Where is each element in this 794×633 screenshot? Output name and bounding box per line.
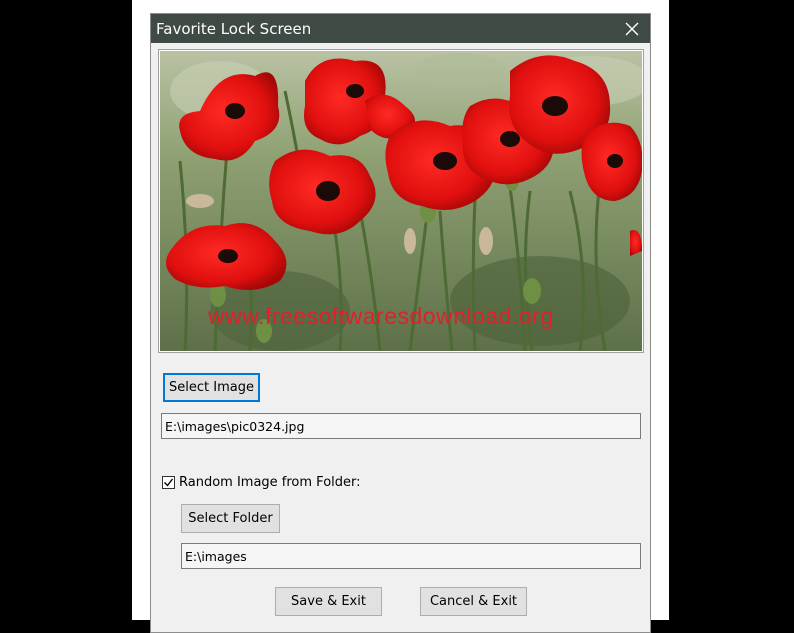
watermark-text: www.freesoftwaresdownload.org xyxy=(208,303,554,329)
checkmark-icon xyxy=(164,478,174,487)
cancel-exit-button[interactable]: Cancel & Exit xyxy=(420,587,527,616)
folder-path-field[interactable]: E:\images xyxy=(181,543,641,569)
close-button[interactable] xyxy=(614,14,650,43)
image-preview: www.freesoftwaresdownload.org xyxy=(160,51,642,351)
random-folder-label: Random Image from Folder: xyxy=(179,475,361,490)
title-bar[interactable]: Favorite Lock Screen xyxy=(151,14,650,43)
random-folder-option[interactable]: Random Image from Folder: xyxy=(162,475,361,490)
select-image-button[interactable]: Select Image xyxy=(163,373,260,402)
close-icon xyxy=(625,22,639,35)
random-folder-checkbox[interactable] xyxy=(162,476,175,489)
save-exit-button[interactable]: Save & Exit xyxy=(275,587,382,616)
image-preview-frame: www.freesoftwaresdownload.org xyxy=(158,49,644,353)
window-title: Favorite Lock Screen xyxy=(156,20,312,38)
select-folder-button[interactable]: Select Folder xyxy=(181,504,280,533)
image-path-field[interactable]: E:\images\pic0324.jpg xyxy=(161,413,641,439)
dialog-window: Favorite Lock Screen www.freesoftwaresdo… xyxy=(150,13,651,633)
